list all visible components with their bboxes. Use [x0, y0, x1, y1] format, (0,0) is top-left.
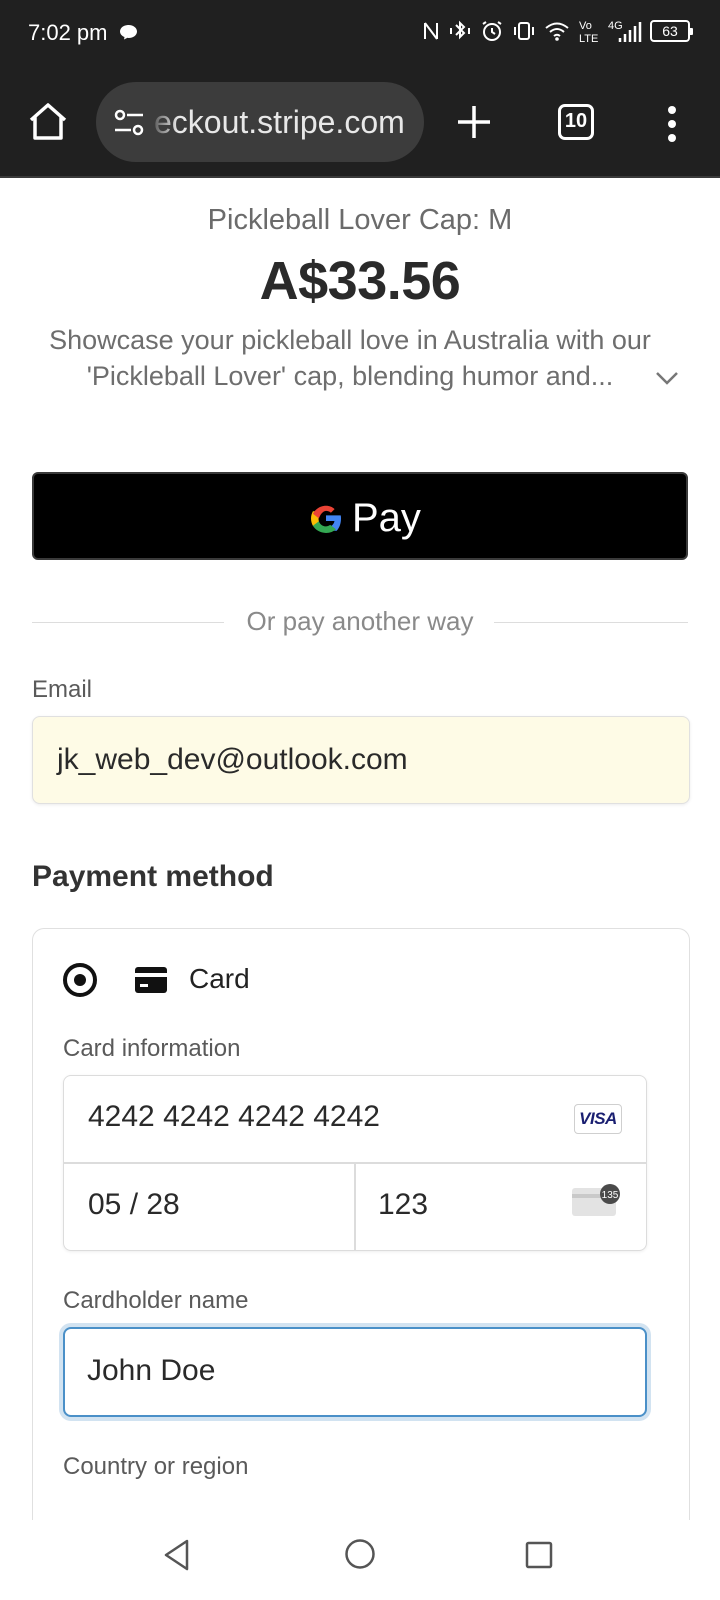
payment-method-title: Payment method [32, 860, 274, 893]
expiry-field[interactable]: 05 / 28 [88, 1188, 180, 1222]
svg-text:Vo: Vo [579, 20, 592, 32]
card-information-label: Card information [63, 1035, 241, 1062]
card-information-group: 4242 4242 4242 4242 VISA 05 / 28 123 135 [63, 1075, 647, 1251]
country-region-label: Country or region [63, 1453, 249, 1480]
tab-switcher-button[interactable]: 10 [558, 104, 594, 140]
vibrate-icon [514, 22, 534, 40]
home-icon[interactable] [26, 100, 70, 144]
email-label: Email [32, 676, 93, 703]
payment-method-card-panel: Card Card information 4242 4242 4242 424… [32, 928, 690, 1520]
divider-right [494, 622, 688, 623]
card-radio[interactable] [63, 963, 97, 997]
home-circle-icon[interactable] [344, 1538, 376, 1570]
visa-icon: VISA [574, 1104, 622, 1134]
credit-card-icon [135, 967, 167, 993]
cardholder-name-label: Cardholder name [63, 1287, 249, 1314]
card-number-field[interactable]: 4242 4242 4242 4242 [88, 1100, 380, 1134]
svg-text:135: 135 [602, 1190, 619, 1201]
nfc-icon [424, 22, 438, 40]
bluetooth-vibrate-icon [450, 20, 470, 40]
new-tab-icon[interactable] [454, 102, 494, 142]
email-field[interactable]: jk_web_dev@outlook.com [32, 716, 690, 804]
signal-4g-icon: 4G [608, 20, 642, 42]
address-bar[interactable]: eckout.stripe.com [96, 82, 424, 162]
google-g-icon [311, 505, 341, 533]
checkout-page: Pickleball Lover Cap: M A$33.56 Showcase… [0, 180, 720, 1520]
cvc-card-icon: 135 [572, 1184, 620, 1216]
volte-icon: VoLTE [579, 20, 598, 44]
cvc-field[interactable]: 123 [378, 1188, 428, 1222]
recents-icon[interactable] [524, 1540, 554, 1570]
chat-bubble-icon [120, 25, 137, 40]
battery-icon: 63 [650, 20, 693, 42]
site-settings-icon[interactable] [112, 106, 146, 140]
url-text: eckout.stripe.com [154, 104, 405, 140]
svg-text:LTE: LTE [579, 33, 598, 44]
google-pay-label: Pay [352, 495, 421, 540]
status-icons: Vo LTE 4G 63 [422, 18, 693, 44]
svg-text:4G: 4G [608, 20, 623, 32]
system-nav-bar [0, 1520, 720, 1600]
status-bar: 7:02 pm Vo LTE 4G 63 [0, 0, 720, 66]
status-time: 7:02 pm [28, 20, 108, 45]
card-method-label: Card [189, 963, 250, 994]
cardholder-name-field[interactable]: John Doe [63, 1327, 647, 1417]
google-pay-button[interactable]: Pay [32, 472, 688, 560]
more-menu-icon[interactable] [660, 102, 684, 146]
wifi-icon [545, 22, 569, 41]
alarm-icon [482, 21, 502, 41]
browser-toolbar: eckout.stripe.com 10 [0, 66, 720, 178]
chevron-down-icon[interactable] [654, 370, 680, 386]
product-price: A$33.56 [259, 251, 461, 311]
product-description: Showcase your pickleball love in Austral… [49, 325, 651, 391]
back-icon[interactable] [162, 1538, 192, 1572]
product-name: Pickleball Lover Cap: M [207, 204, 513, 236]
